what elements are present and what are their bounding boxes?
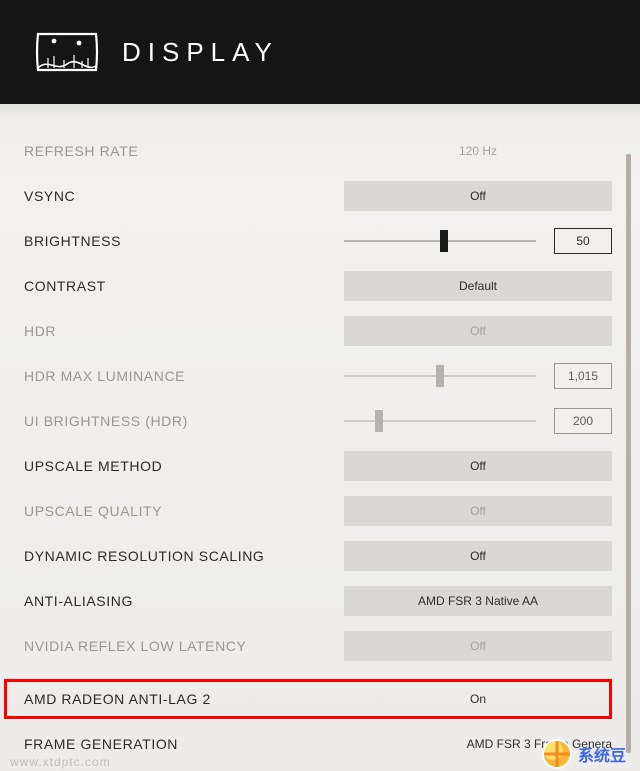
label-amd-anti-lag-2: AMD RADEON ANTI-LAG 2: [24, 691, 211, 707]
row-hdr: HDR Off: [0, 308, 640, 353]
row-dynamic-resolution-scaling: DYNAMIC RESOLUTION SCALING Off: [0, 533, 640, 578]
slider-ui-brightness-hdr: [344, 411, 536, 431]
watermark-url: www.xtdptc.com: [10, 755, 111, 769]
row-hdr-max-luminance: HDR MAX LUMINANCE 1,015: [0, 353, 640, 398]
row-vsync: VSYNC Off: [0, 173, 640, 218]
value-ui-brightness-hdr: 200: [554, 408, 612, 434]
dropdown-contrast[interactable]: Default: [344, 271, 612, 301]
label-vsync: VSYNC: [24, 188, 75, 204]
label-ui-brightness-hdr: UI BRIGHTNESS (HDR): [24, 413, 188, 429]
label-anti-aliasing: ANTI-ALIASING: [24, 593, 133, 609]
dropdown-upscale-quality: Off: [344, 496, 612, 526]
header: DISPLAY: [0, 0, 640, 104]
label-hdr: HDR: [24, 323, 56, 339]
label-dynamic-resolution-scaling: DYNAMIC RESOLUTION SCALING: [24, 548, 264, 564]
label-frame-generation: FRAME GENERATION: [24, 736, 178, 752]
row-amd-anti-lag-2: AMD RADEON ANTI-LAG 2 On: [0, 676, 640, 721]
row-contrast: CONTRAST Default: [0, 263, 640, 308]
row-refresh-rate: REFRESH RATE 120 Hz: [0, 128, 640, 173]
dropdown-vsync[interactable]: Off: [344, 181, 612, 211]
label-hdr-max-luminance: HDR MAX LUMINANCE: [24, 368, 185, 384]
slider-brightness[interactable]: [344, 231, 536, 251]
settings-list: REFRESH RATE 120 Hz VSYNC Off BRIGHTNESS…: [0, 104, 640, 766]
value-brightness[interactable]: 50: [554, 228, 612, 254]
label-upscale-method: UPSCALE METHOD: [24, 458, 162, 474]
row-anti-aliasing: ANTI-ALIASING AMD FSR 3 Native AA: [0, 578, 640, 623]
row-upscale-method: UPSCALE METHOD Off: [0, 443, 640, 488]
display-icon: [34, 28, 100, 76]
dropdown-nvidia-reflex: Off: [344, 631, 612, 661]
dropdown-upscale-method[interactable]: Off: [344, 451, 612, 481]
dropdown-hdr: Off: [344, 316, 612, 346]
label-nvidia-reflex: NVIDIA REFLEX LOW LATENCY: [24, 638, 246, 654]
scrollbar[interactable]: [624, 114, 634, 759]
page-title: DISPLAY: [122, 37, 279, 68]
value-hdr-max-luminance: 1,015: [554, 363, 612, 389]
display-settings-page: DISPLAY REFRESH RATE 120 Hz VSYNC Off BR…: [0, 0, 640, 771]
watermark-logo-icon: [542, 739, 572, 769]
dropdown-amd-anti-lag-2[interactable]: On: [344, 684, 612, 714]
dropdown-dynamic-resolution-scaling[interactable]: Off: [344, 541, 612, 571]
value-refresh-rate: 120 Hz: [344, 136, 612, 166]
watermark-text: 系统豆: [578, 742, 626, 766]
label-contrast: CONTRAST: [24, 278, 106, 294]
slider-hdr-max-luminance: [344, 366, 536, 386]
row-ui-brightness-hdr: UI BRIGHTNESS (HDR) 200: [0, 398, 640, 443]
watermark: 系统豆: [542, 739, 626, 769]
label-brightness: BRIGHTNESS: [24, 233, 121, 249]
row-nvidia-reflex: NVIDIA REFLEX LOW LATENCY Off: [0, 623, 640, 668]
row-upscale-quality: UPSCALE QUALITY Off: [0, 488, 640, 533]
label-refresh-rate: REFRESH RATE: [24, 143, 138, 159]
label-upscale-quality: UPSCALE QUALITY: [24, 503, 162, 519]
row-brightness: BRIGHTNESS 50: [0, 218, 640, 263]
dropdown-anti-aliasing[interactable]: AMD FSR 3 Native AA: [344, 586, 612, 616]
